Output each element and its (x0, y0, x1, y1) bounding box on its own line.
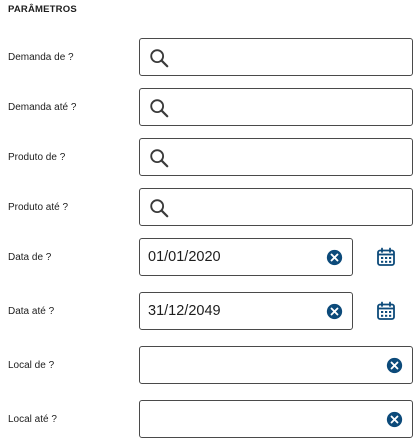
search-icon[interactable] (148, 47, 170, 69)
demanda-ate-input[interactable] (139, 88, 413, 126)
search-icon[interactable] (148, 97, 170, 119)
param-label: Demanda até ? (8, 102, 77, 113)
param-label: Local de ? (8, 360, 55, 371)
local-de-input[interactable] (139, 346, 413, 384)
param-label: Data de ? (8, 252, 52, 263)
date-value[interactable]: 31/12/2049 (148, 303, 221, 319)
calendar-icon[interactable] (376, 301, 396, 321)
section-title: PARÂMETROS (8, 4, 77, 15)
local-ate-input[interactable] (139, 400, 413, 438)
param-row-local-de: Local de ? (0, 346, 415, 386)
search-icon[interactable] (148, 147, 170, 169)
produto-de-input[interactable] (139, 138, 413, 176)
param-label: Produto até ? (8, 202, 69, 213)
param-row-local-ate: Local até ? (0, 400, 415, 440)
param-label: Data até ? (8, 306, 55, 317)
calendar-icon[interactable] (376, 247, 396, 267)
data-ate-input[interactable]: 31/12/2049 (139, 292, 353, 330)
demanda-de-input[interactable] (139, 38, 413, 76)
data-de-input[interactable]: 01/01/2020 (139, 238, 353, 276)
param-label: Demanda de ? (8, 52, 74, 63)
search-icon[interactable] (148, 197, 170, 219)
param-row-produto-ate: Produto até ? (0, 188, 415, 228)
param-row-data-ate: Data até ? 31/12/2049 (0, 292, 415, 332)
param-row-data-de: Data de ? 01/01/2020 (0, 238, 415, 278)
produto-ate-input[interactable] (139, 188, 413, 226)
clear-icon[interactable] (386, 411, 403, 428)
clear-icon[interactable] (326, 303, 343, 320)
date-value[interactable]: 01/01/2020 (148, 249, 221, 265)
clear-icon[interactable] (326, 249, 343, 266)
param-row-produto-de: Produto de ? (0, 138, 415, 178)
clear-icon[interactable] (386, 357, 403, 374)
param-label: Local até ? (8, 414, 57, 425)
param-row-demanda-ate: Demanda até ? (0, 88, 415, 128)
param-row-demanda-de: Demanda de ? (0, 38, 415, 78)
param-label: Produto de ? (8, 152, 66, 163)
